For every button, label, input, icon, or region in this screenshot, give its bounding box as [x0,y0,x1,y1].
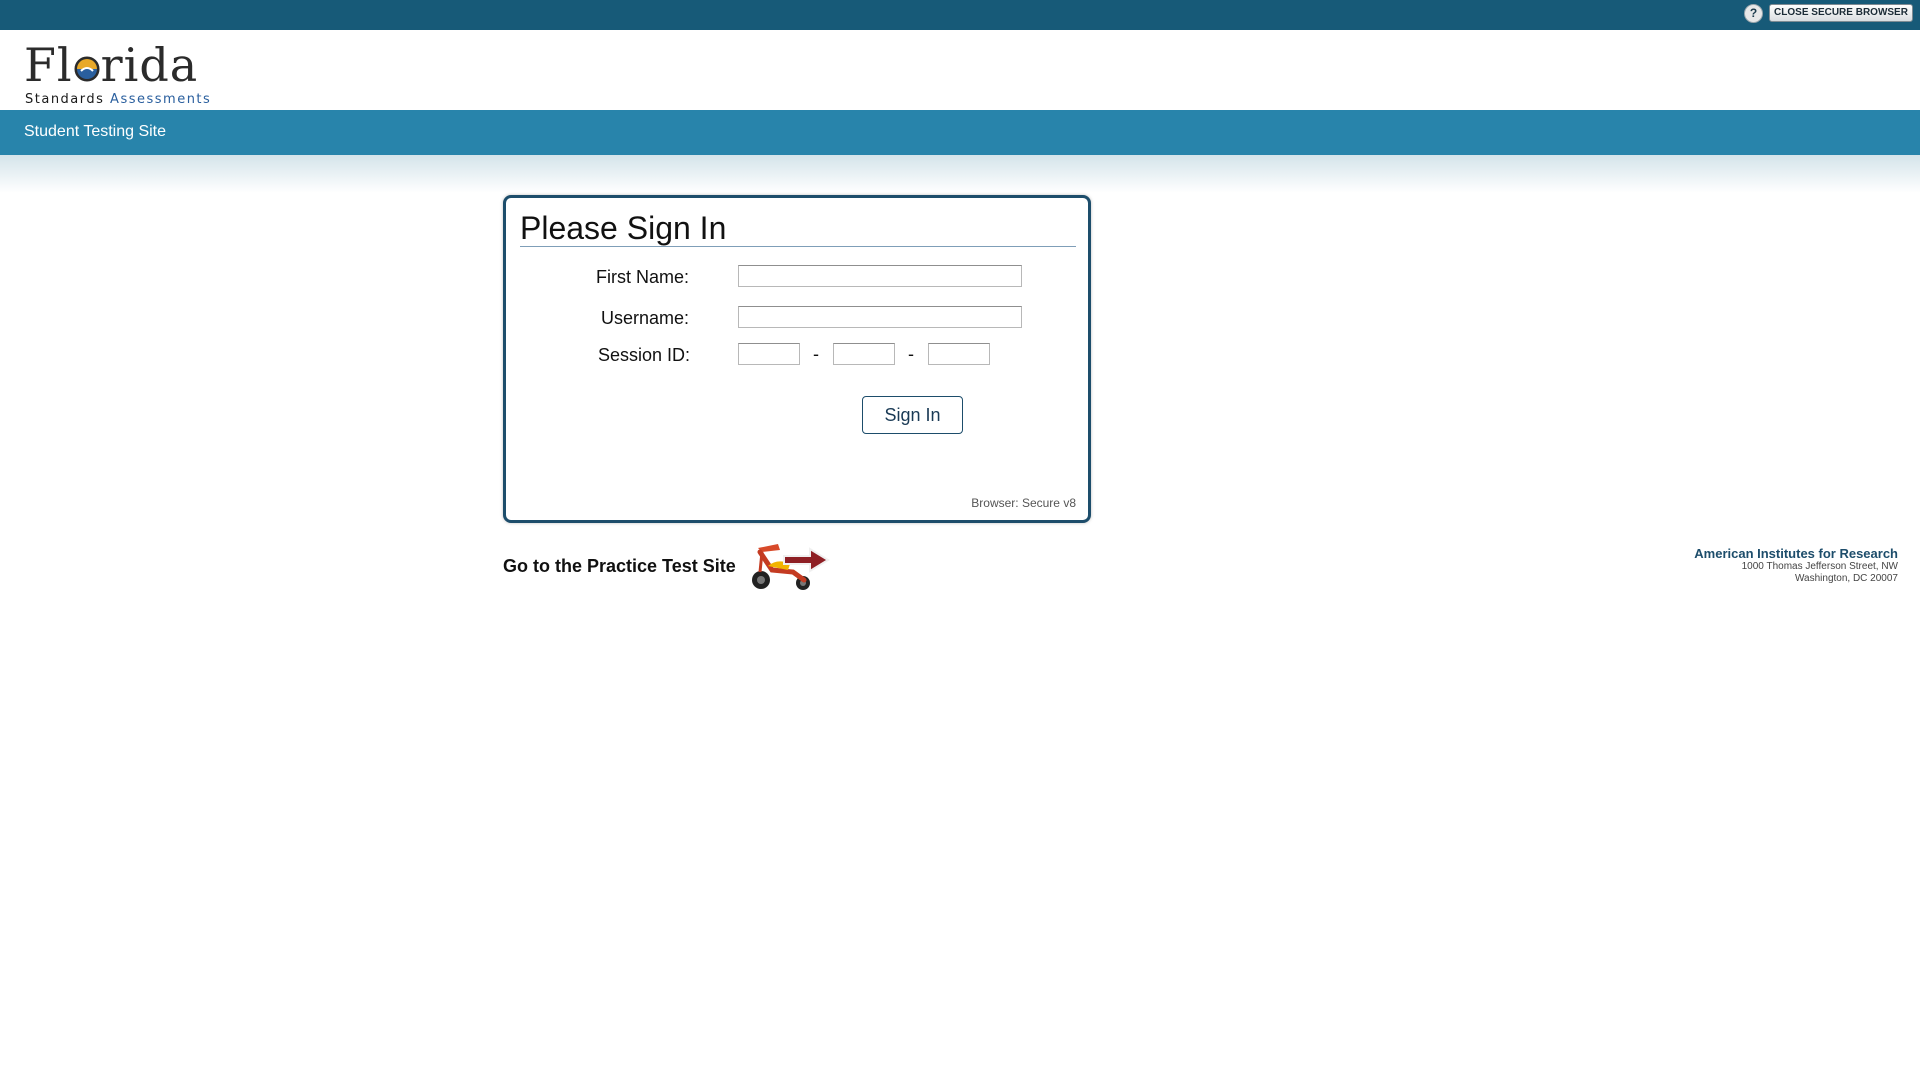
logo-sub-standards: Standards [25,92,111,107]
session-id-dash-1: - [813,344,819,364]
site-title: Student Testing Site [24,123,167,140]
session-id-label: Session ID: [597,345,690,365]
logo-wordmark-start: Fl [24,38,73,92]
organization-name: American Institutes for Research [1694,546,1898,561]
sign-in-button[interactable]: Sign In [862,396,963,434]
nav-gradient [0,155,1920,193]
close-secure-browser-button[interactable]: CLOSE SECURE BROWSER [1769,4,1913,22]
session-id-part3-input[interactable] [928,343,990,365]
tricycle-arrow-icon[interactable] [748,540,830,592]
sign-in-panel: Please Sign In First Name: Username: Ses… [503,195,1091,523]
address-line-1: 1000 Thomas Jefferson Street, NW [1741,561,1898,572]
first-name-label: First Name: [595,267,689,287]
logo-sub-assessments: Assessments [110,92,212,107]
practice-test-link-text[interactable]: Go to the Practice Test Site [503,556,736,577]
browser-version: Browser: Secure v8 [971,496,1076,510]
nav-bar: Student Testing Site [0,110,1920,155]
logo-wordmark-end: rida [100,38,199,92]
address-line-2: Washington, DC 20007 [1794,573,1898,584]
first-name-input[interactable] [738,265,1022,287]
username-input[interactable] [738,306,1022,328]
help-button[interactable]: ? [1744,4,1763,23]
logo-sun-o-icon [74,56,100,82]
organization-info: American Institutes for Research 1000 Th… [1694,546,1898,585]
sign-in-title: Please Sign In [520,210,727,246]
header: Fl rida Standards Assessments [0,30,1920,110]
florida-standards-assessments-logo: Fl rida Standards Assessments [24,40,210,107]
session-id-part2-input[interactable] [833,343,895,365]
logo-wordmark: Fl rida [24,40,198,90]
username-label: Username: [600,308,689,328]
top-bar: ? CLOSE SECURE BROWSER [0,0,1920,30]
title-divider [520,246,1076,247]
logo-subtitle: Standards Assessments [25,92,211,107]
session-id-dash-2: - [908,344,914,364]
session-id-part1-input[interactable] [738,343,800,365]
